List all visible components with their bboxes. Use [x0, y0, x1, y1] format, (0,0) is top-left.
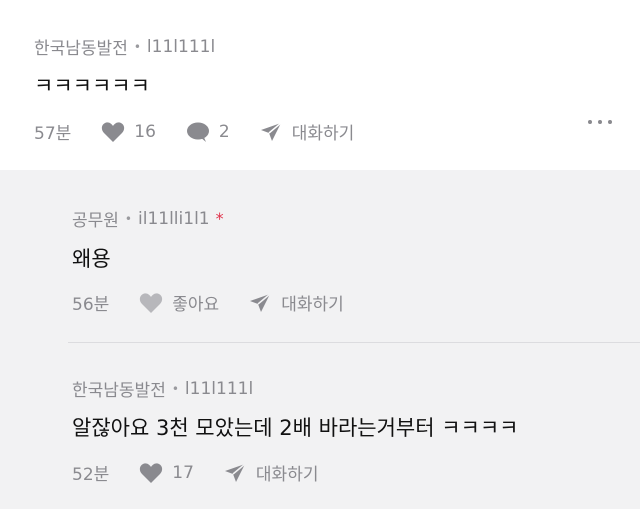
- reply-2-chat-label: 대화하기: [255, 465, 319, 485]
- reply-1-time: 56분: [72, 295, 110, 315]
- post-username[interactable]: l11l111l: [147, 37, 215, 57]
- send-icon: [224, 462, 246, 483]
- meta-separator: •: [124, 211, 132, 226]
- reply-1-chat-label: 대화하기: [281, 295, 344, 315]
- post-actions: 57분 16 2 대화하기: [34, 119, 355, 145]
- reply-1-author[interactable]: 공무원: [72, 206, 119, 231]
- reply-1-chat-button[interactable]: 대화하기: [249, 290, 344, 315]
- reply-2-username[interactable]: l11l111l: [185, 379, 253, 399]
- reply-1-meta: 공무원 • il11lli1l1 *: [72, 206, 224, 232]
- reply-1-content: 왜용: [72, 247, 111, 271]
- reply-1-star-mark: *: [215, 209, 224, 228]
- reply-2-meta: 한국남동발전 • l11l111l: [72, 376, 253, 402]
- heart-icon: [139, 462, 163, 484]
- more-dot: [598, 120, 602, 124]
- reply-divider: [68, 342, 640, 343]
- reply-2-content: 알잖아요 3천 모았는데 2배 바라는거부터 ㅋㅋㅋㅋ: [72, 416, 519, 440]
- reply-2-time: 52분: [72, 465, 110, 485]
- meta-separator: •: [133, 39, 141, 54]
- reply-1-like-label: 좋아요: [172, 295, 220, 315]
- reply-1-username[interactable]: il11lli1l1: [138, 209, 210, 229]
- reply-1-actions: 56분 좋아요 대화하기: [72, 290, 344, 315]
- reply-2-like-count: 17: [172, 462, 194, 483]
- like-count: 16: [134, 121, 156, 142]
- chat-button[interactable]: 대화하기: [260, 119, 355, 144]
- heart-icon: [101, 121, 125, 143]
- comment-count: 2: [218, 121, 230, 142]
- heart-icon: [139, 292, 163, 314]
- reply-2-actions: 52분 17 대화하기: [72, 460, 319, 486]
- replies-section: 공무원 • il11lli1l1 * 왜용 56분 좋아요 대화하기 한국남동발…: [0, 170, 640, 509]
- more-options-button[interactable]: [588, 120, 612, 124]
- reply-1-like-button[interactable]: 좋아요: [139, 290, 219, 315]
- main-post: 한국남동발전 • l11l111l ㅋㅋㅋㅋㅋㅋ 57분 16 2 대화하기: [0, 0, 640, 170]
- more-dots-icon: [588, 120, 592, 124]
- post-content: ㅋㅋㅋㅋㅋㅋ: [34, 74, 150, 98]
- chat-label: 대화하기: [291, 124, 355, 144]
- meta-separator: •: [171, 381, 179, 396]
- more-dot: [608, 120, 612, 124]
- send-icon: [249, 292, 271, 313]
- reply-2-author[interactable]: 한국남동발전: [72, 376, 166, 401]
- post-meta: 한국남동발전 • l11l111l: [34, 34, 215, 60]
- send-icon: [260, 121, 282, 142]
- like-button[interactable]: 16: [101, 121, 156, 143]
- post-author[interactable]: 한국남동발전: [34, 34, 128, 59]
- reply-2-like-button[interactable]: 17: [139, 462, 194, 484]
- speech-bubble-icon: [186, 121, 210, 143]
- post-time: 57분: [34, 124, 72, 144]
- reply-2-chat-button[interactable]: 대화하기: [224, 460, 319, 485]
- comment-button[interactable]: 2: [186, 121, 230, 143]
